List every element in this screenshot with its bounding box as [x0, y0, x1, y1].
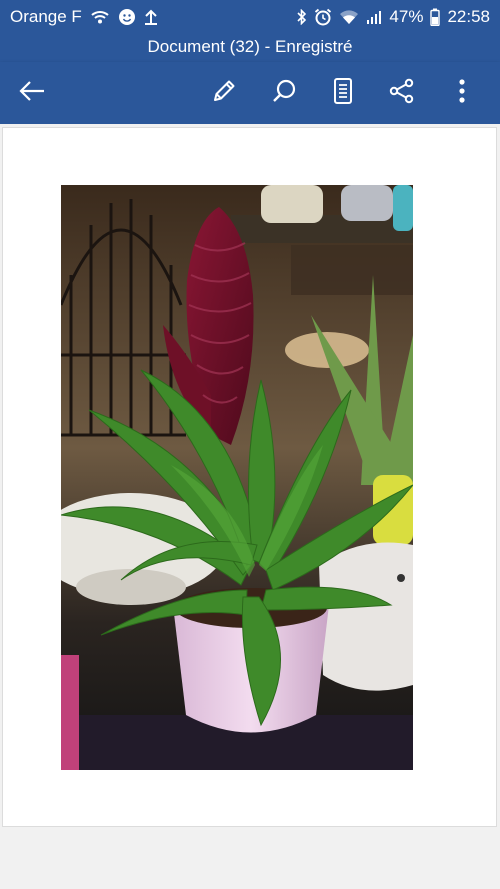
back-arrow-icon — [18, 79, 46, 108]
share-icon — [389, 78, 415, 109]
status-bar: Orange F 47% 22:58 — [0, 0, 500, 34]
battery-percent: 47% — [389, 7, 424, 26]
face-icon — [118, 8, 136, 26]
edit-pencil-icon — [211, 78, 237, 109]
bluetooth-icon — [297, 9, 307, 25]
search-icon — [271, 78, 297, 109]
clock-time: 22:58 — [447, 7, 490, 26]
search-button[interactable] — [266, 75, 302, 111]
signal-icon — [366, 9, 382, 25]
plant-photo[interactable] — [61, 185, 413, 770]
back-button[interactable] — [14, 75, 50, 111]
document-page[interactable] — [2, 127, 497, 827]
wifi-calling-icon — [90, 9, 110, 25]
battery-icon — [430, 8, 441, 26]
alarm-icon — [314, 8, 332, 26]
more-vertical-icon — [458, 78, 466, 109]
wifi-icon — [339, 9, 359, 25]
reading-view-button[interactable] — [325, 75, 361, 111]
more-options-button[interactable] — [444, 75, 480, 111]
carrier-label: Orange F — [10, 7, 82, 26]
share-button[interactable] — [384, 75, 420, 111]
document-title: Document (32) - Enregistré — [0, 34, 500, 62]
app-toolbar — [0, 62, 500, 124]
edit-button[interactable] — [206, 75, 242, 111]
document-canvas[interactable] — [0, 124, 500, 889]
bromeliad-plant-image — [61, 185, 413, 770]
upload-icon — [144, 9, 158, 25]
reading-view-icon — [333, 77, 353, 110]
